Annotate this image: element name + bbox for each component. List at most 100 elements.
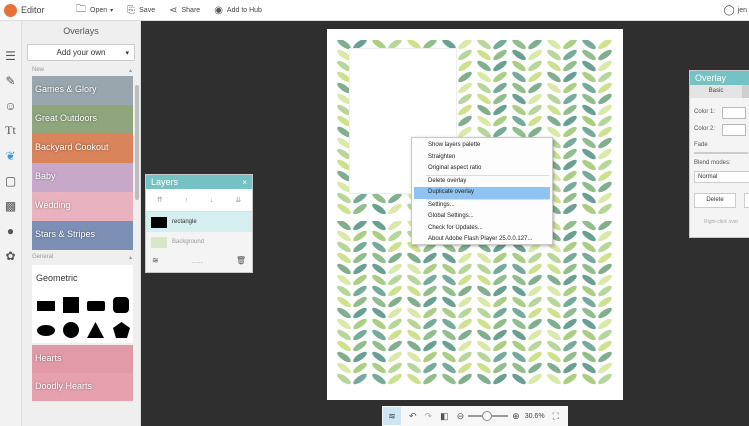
pattern-stroke	[563, 230, 577, 242]
redo-icon[interactable]: ↷	[425, 411, 433, 422]
layer-row-background[interactable]: Background	[146, 232, 252, 252]
bring-to-front-icon[interactable]: ⇈	[157, 196, 163, 204]
overlay-category-wedding[interactable]: Wedding	[32, 192, 133, 221]
pattern-stroke	[582, 329, 596, 341]
pattern-stroke	[477, 351, 491, 363]
blend-mode-select[interactable]: Normal	[694, 171, 749, 183]
menu-item-about-flash[interactable]: About Adobe Flash Player 25.0.0.127...	[412, 234, 552, 246]
themes-icon[interactable]: ●	[0, 218, 21, 243]
pattern-stroke	[563, 252, 577, 264]
menu-item-check-updates[interactable]: Check for Updates...	[412, 223, 552, 235]
panel-scrollbar[interactable]	[135, 85, 139, 200]
menu-item-show-layers[interactable]: Show layers palette	[412, 140, 552, 152]
undo-icon[interactable]: ↶	[409, 411, 417, 422]
layers-toggle-icon[interactable]: ≋	[383, 407, 401, 425]
pattern-stroke	[388, 285, 402, 297]
user-menu[interactable]: ◯ jen	[723, 0, 749, 20]
pattern-stroke	[388, 252, 402, 264]
pattern-stroke	[582, 318, 596, 330]
menu-item-original-aspect[interactable]: Original aspect ratio	[412, 163, 552, 175]
pattern-stroke	[563, 126, 577, 138]
menu-item-duplicate-overlay[interactable]: Duplicate overlay	[414, 187, 550, 199]
trash-icon[interactable]: 🗑	[236, 256, 246, 265]
send-backward-icon[interactable]: ↓	[210, 197, 214, 204]
color2-swatch[interactable]	[722, 124, 746, 136]
pattern-stroke	[423, 340, 437, 352]
pattern-stroke	[528, 60, 542, 72]
layers-panel: Layers × ⇈ ↑ ↓ ⇊ rectangle Background ≋ …	[145, 174, 253, 273]
top-toolbar: Editor 🗀 Open ▾ ⎘ Save ⋖ Share ◉ Add to …	[0, 0, 749, 21]
touch-up-icon[interactable]: ☺	[0, 93, 21, 118]
pattern-stroke	[598, 274, 612, 286]
overlay-category-cookout[interactable]: Backyard Cookout	[32, 134, 133, 163]
pattern-stroke	[407, 329, 421, 341]
color1-swatch[interactable]	[722, 107, 746, 119]
pattern-stroke	[598, 60, 612, 72]
pattern-stroke	[407, 373, 421, 385]
textures-icon[interactable]: ▩	[0, 193, 21, 218]
app-logo[interactable]: Editor	[0, 3, 62, 17]
open-button[interactable]: 🗀 Open ▾	[76, 2, 113, 19]
adjustments-icon[interactable]: ☰	[0, 43, 21, 68]
resize-handle[interactable]: .....	[192, 256, 203, 265]
overlay-category-baby[interactable]: Baby	[32, 163, 133, 192]
pattern-stroke	[512, 307, 526, 319]
tile-label: Stars & Stripes	[35, 229, 96, 239]
zoom-in-icon[interactable]: ⊕	[512, 411, 520, 422]
pattern-stroke	[582, 230, 596, 242]
section-general-label: General	[32, 254, 54, 260]
overlay-category-stars[interactable]: Stars & Stripes	[32, 221, 133, 250]
pattern-stroke	[337, 252, 351, 264]
text-icon[interactable]: Tt	[0, 118, 21, 143]
overlay-category-games[interactable]: Games & Glory	[32, 76, 133, 105]
delete-button[interactable]: Delete	[694, 193, 736, 208]
pattern-stroke	[598, 192, 612, 204]
pattern-stroke	[458, 351, 472, 363]
pattern-stroke	[547, 263, 561, 275]
tab-basic[interactable]: Basic	[690, 85, 742, 98]
zoom-slider[interactable]	[468, 411, 509, 421]
pattern-stroke	[458, 252, 472, 264]
zoom-slider-knob[interactable]	[482, 411, 493, 421]
overlay-category-hearts[interactable]: Hearts	[32, 345, 133, 373]
overlay-category-outdoors[interactable]: Great Outdoors	[32, 105, 133, 134]
effects-icon[interactable]: ✎	[0, 68, 21, 93]
pattern-stroke	[477, 252, 491, 264]
pattern-stroke	[598, 362, 612, 374]
tab-advanced[interactable]	[742, 85, 749, 98]
pattern-stroke	[598, 148, 612, 160]
share-button[interactable]: ⋖ Share	[169, 5, 200, 16]
bring-forward-icon[interactable]: ↑	[185, 197, 189, 204]
pattern-stroke	[563, 93, 577, 105]
frames-icon[interactable]: ▢	[0, 168, 21, 193]
close-icon[interactable]: ×	[242, 178, 247, 187]
pattern-stroke	[528, 274, 542, 286]
compare-icon[interactable]: ◧	[440, 411, 449, 422]
add-your-own-dropdown[interactable]: Add your own ▾	[27, 44, 135, 61]
send-to-back-icon[interactable]: ⇊	[235, 196, 241, 204]
menu-item-global-settings[interactable]: Global Settings...	[412, 211, 552, 223]
merge-layers-icon[interactable]: ≋	[152, 256, 159, 265]
pattern-stroke	[477, 82, 491, 94]
menu-item-straighten[interactable]: Straighten	[412, 152, 552, 164]
fade-slider[interactable]	[694, 152, 748, 154]
pattern-stroke	[582, 60, 596, 72]
overlay-category-geometric[interactable]: Geometric	[32, 265, 133, 343]
menu-item-delete-overlay[interactable]: Delete overlay	[412, 176, 552, 188]
fit-screen-icon[interactable]: ⛶	[553, 411, 559, 422]
pattern-stroke	[528, 329, 542, 341]
secondary-button[interactable]	[744, 193, 749, 208]
pattern-stroke	[337, 274, 351, 286]
layer-row-rectangle[interactable]: rectangle	[146, 212, 252, 232]
pattern-stroke	[493, 82, 507, 94]
overlay-category-doodly-hearts[interactable]: Doodly Hearts	[32, 373, 133, 401]
save-button[interactable]: ⎘ Save	[127, 5, 155, 16]
menu-item-settings[interactable]: Settings...	[412, 200, 552, 212]
pattern-stroke	[582, 362, 596, 374]
hub-tool-icon[interactable]: ✿	[0, 243, 21, 268]
zoom-out-icon[interactable]: ⊖	[457, 411, 465, 422]
layers-header[interactable]: Layers ×	[146, 175, 252, 189]
add-to-hub-button[interactable]: ◉ Add to Hub	[214, 5, 262, 16]
pattern-stroke	[477, 115, 491, 127]
overlays-icon[interactable]: ❦	[0, 143, 21, 168]
